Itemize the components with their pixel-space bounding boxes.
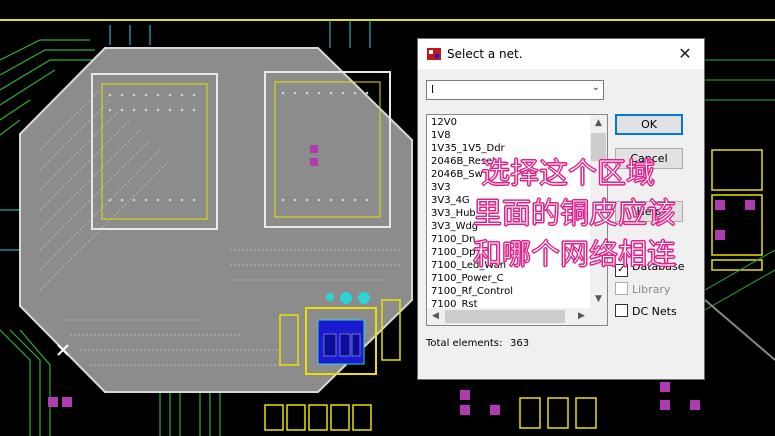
ok-button[interactable]: OK xyxy=(615,114,683,135)
net-combo-box[interactable]: l ⌄ xyxy=(426,80,604,100)
library-label: Library xyxy=(632,283,671,296)
scrollbar-corner xyxy=(590,308,607,325)
scroll-right-icon[interactable]: ▶ xyxy=(573,308,590,325)
scroll-up-icon[interactable]: ▲ xyxy=(590,115,607,132)
total-elements-label: Total elements: xyxy=(426,338,503,349)
net-list-item[interactable]: 3V3 xyxy=(431,182,451,194)
net-list-item[interactable]: 7100_Dn xyxy=(431,234,476,246)
chevron-down-icon[interactable]: ⌄ xyxy=(592,82,600,93)
library-checkbox[interactable]: Library xyxy=(615,282,670,296)
annotation-line-2: 里面的铜皮应该 xyxy=(472,196,677,231)
net-list-item[interactable]: 7100_Rf_Control xyxy=(431,286,513,298)
net-list-item[interactable]: 7100_Power_C xyxy=(431,273,504,285)
app-icon xyxy=(427,48,441,60)
annotation-line-1: 选择这个区域 xyxy=(480,156,656,191)
horizontal-scroll-thumb[interactable] xyxy=(445,310,565,323)
library-check-icon xyxy=(615,282,628,295)
close-icon[interactable]: ✕ xyxy=(674,43,696,65)
dcnets-label: DC Nets xyxy=(632,305,677,318)
dcnets-checkbox[interactable]: DC Nets xyxy=(615,304,677,318)
net-combo-value: l xyxy=(431,83,435,96)
total-elements-value: 363 xyxy=(510,338,530,349)
net-list-item[interactable]: 3V3_Hub xyxy=(431,208,476,220)
dcnets-check-icon xyxy=(615,304,628,317)
horizontal-scrollbar[interactable]: ◀ ▶ xyxy=(427,308,590,325)
net-list-item[interactable]: 2046B_Sw xyxy=(431,169,483,181)
net-list-item[interactable]: 7100_Dp xyxy=(431,247,476,259)
annotation-line-3: 和哪个网络相连 xyxy=(472,237,677,272)
dialog-titlebar[interactable]: Select a net. ✕ xyxy=(418,39,704,69)
scroll-left-icon[interactable]: ◀ xyxy=(427,308,444,325)
dialog-title: Select a net. xyxy=(447,47,523,61)
net-list-item[interactable]: 3V3_4G xyxy=(431,195,470,207)
net-list-item[interactable]: 3V3_Wdg xyxy=(431,221,478,233)
net-list-item[interactable]: 1V8 xyxy=(431,130,451,142)
net-list-item[interactable]: 12V0 xyxy=(431,117,457,129)
scroll-down-icon[interactable]: ▼ xyxy=(590,291,607,308)
